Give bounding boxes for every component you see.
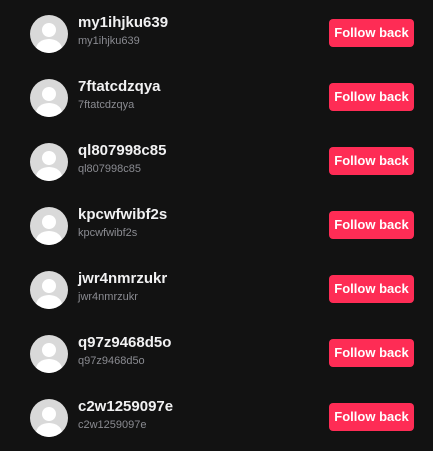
default-user-avatar-icon[interactable] <box>30 15 68 53</box>
display-name[interactable]: q97z9468d5o <box>78 334 171 352</box>
follower-list: my1ihjku639 my1ihjku639 Follow back 7fta… <box>0 0 433 451</box>
follow-back-button[interactable]: Follow back <box>329 83 414 111</box>
follower-row[interactable]: jwr4nmrzukr jwr4nmrzukr Follow back <box>0 256 433 320</box>
follow-back-button[interactable]: Follow back <box>329 19 414 47</box>
follower-names: jwr4nmrzukr jwr4nmrzukr <box>78 270 167 304</box>
follower-row[interactable]: ql807998c85 ql807998c85 Follow back <box>0 128 433 192</box>
default-user-avatar-icon[interactable] <box>30 335 68 373</box>
default-user-avatar-icon[interactable] <box>30 271 68 309</box>
follower-row[interactable]: kpcwfwibf2s kpcwfwibf2s Follow back <box>0 192 433 256</box>
username: jwr4nmrzukr <box>78 291 138 303</box>
follower-names: 7ftatcdzqya 7ftatcdzqya <box>78 78 161 112</box>
default-user-avatar-icon[interactable] <box>30 207 68 245</box>
username: c2w1259097e <box>78 419 147 431</box>
follower-names: c2w1259097e c2w1259097e <box>78 398 173 432</box>
follow-back-button[interactable]: Follow back <box>329 211 414 239</box>
follower-row[interactable]: c2w1259097e c2w1259097e Follow back <box>0 384 433 448</box>
default-user-avatar-icon[interactable] <box>30 399 68 437</box>
follower-row[interactable]: 7ftatcdzqya 7ftatcdzqya Follow back <box>0 64 433 128</box>
username: q97z9468d5o <box>78 355 145 367</box>
follower-row[interactable]: my1ihjku639 my1ihjku639 Follow back <box>0 0 433 64</box>
follow-back-button[interactable]: Follow back <box>329 147 414 175</box>
username: kpcwfwibf2s <box>78 227 138 239</box>
follower-names: kpcwfwibf2s kpcwfwibf2s <box>78 206 167 240</box>
default-user-avatar-icon[interactable] <box>30 79 68 117</box>
follower-names: q97z9468d5o q97z9468d5o <box>78 334 171 368</box>
display-name[interactable]: 7ftatcdzqya <box>78 78 161 96</box>
display-name[interactable]: my1ihjku639 <box>78 14 168 32</box>
follower-row[interactable]: q97z9468d5o q97z9468d5o Follow back <box>0 320 433 384</box>
default-user-avatar-icon[interactable] <box>30 143 68 181</box>
follow-back-button[interactable]: Follow back <box>329 275 414 303</box>
display-name[interactable]: ql807998c85 <box>78 142 166 160</box>
follower-names: ql807998c85 ql807998c85 <box>78 142 166 176</box>
display-name[interactable]: c2w1259097e <box>78 398 173 416</box>
display-name[interactable]: kpcwfwibf2s <box>78 206 167 224</box>
follower-names: my1ihjku639 my1ihjku639 <box>78 14 168 48</box>
display-name[interactable]: jwr4nmrzukr <box>78 270 167 288</box>
username: 7ftatcdzqya <box>78 99 135 111</box>
follow-back-button[interactable]: Follow back <box>329 403 414 431</box>
username: ql807998c85 <box>78 163 142 175</box>
follow-back-button[interactable]: Follow back <box>329 339 414 367</box>
username: my1ihjku639 <box>78 35 140 47</box>
